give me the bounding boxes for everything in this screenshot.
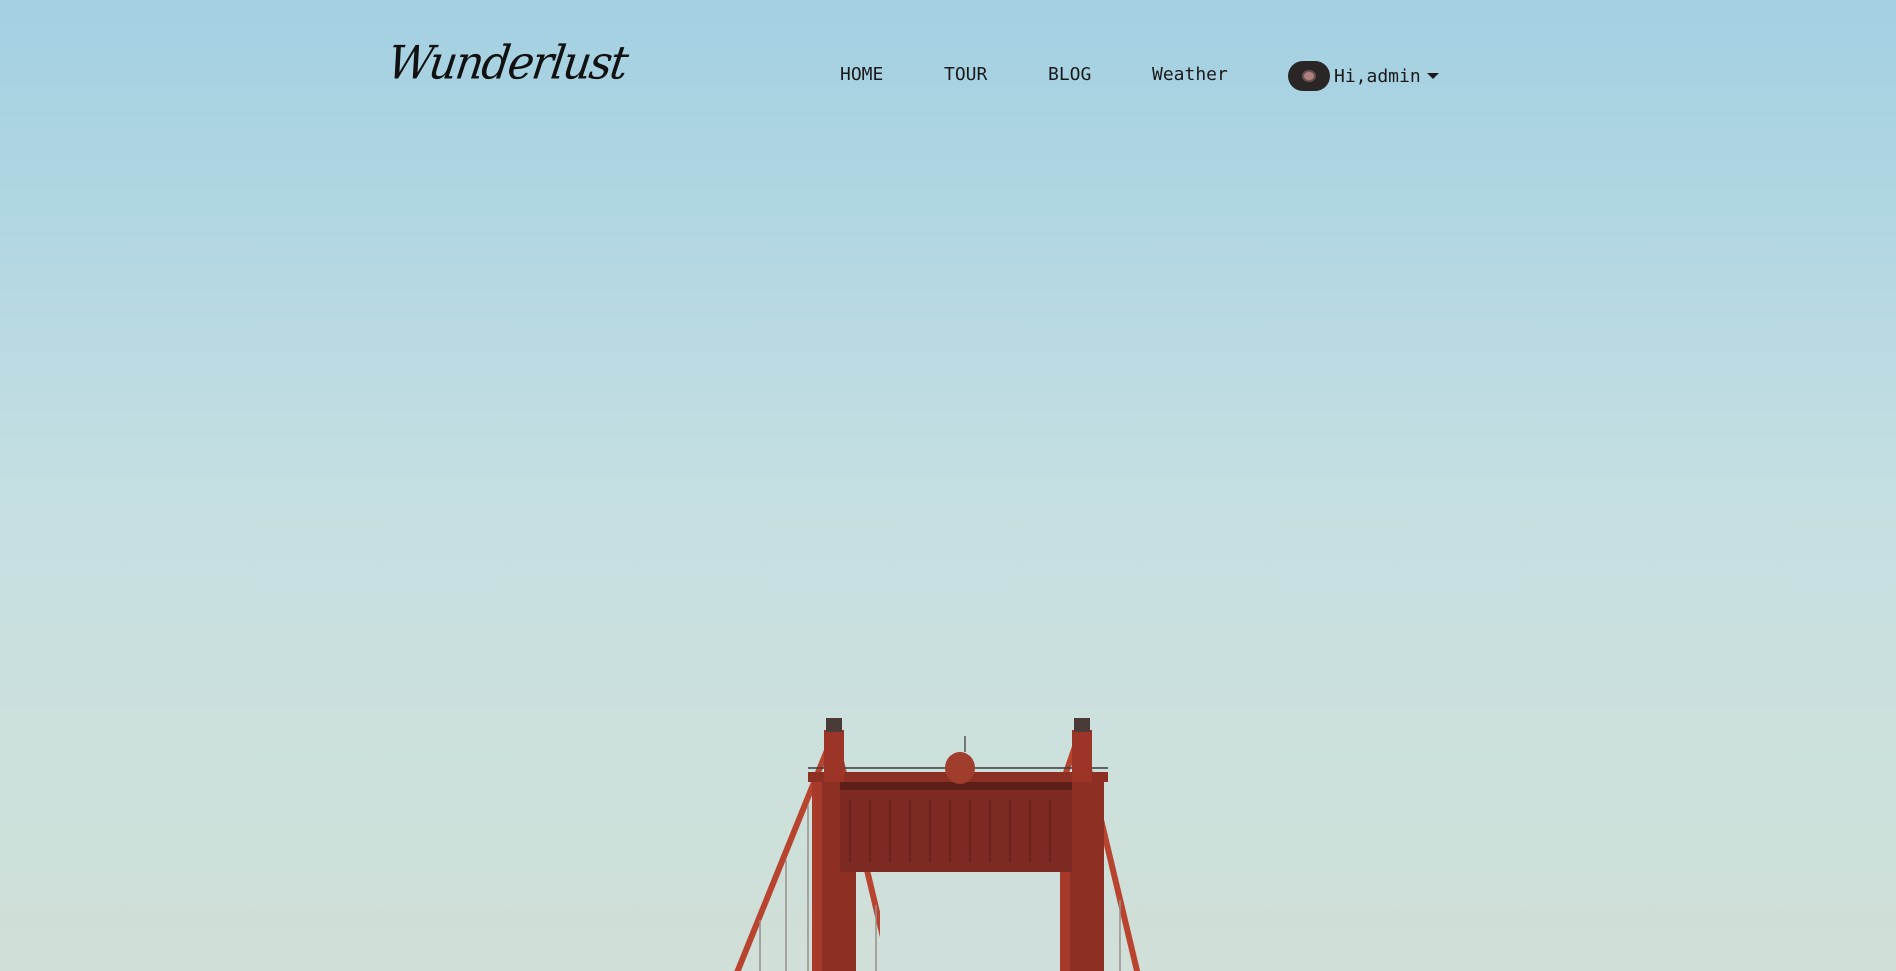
- user-avatar: [1288, 61, 1330, 91]
- caret-down-icon: [1426, 73, 1439, 79]
- bridge-crossbeam: [840, 782, 1072, 872]
- top-navbar: Wunderlust HOME TOUR BLOG Weather Hi,adm…: [0, 0, 1896, 110]
- hero-image: [734, 718, 1141, 971]
- user-greeting: Hi,admin: [1334, 65, 1421, 87]
- bridge-beacon: [945, 752, 975, 784]
- nav-link-home[interactable]: HOME: [840, 64, 883, 85]
- avatar-image: [1302, 70, 1316, 82]
- nav-link-weather[interactable]: Weather: [1152, 64, 1228, 85]
- brand-logo[interactable]: Wunderlust: [384, 37, 630, 91]
- user-dropdown-toggle[interactable]: Hi,admin: [1288, 60, 1439, 92]
- nav-link-blog[interactable]: BLOG: [1048, 64, 1091, 85]
- nav-link-tour[interactable]: TOUR: [944, 64, 987, 85]
